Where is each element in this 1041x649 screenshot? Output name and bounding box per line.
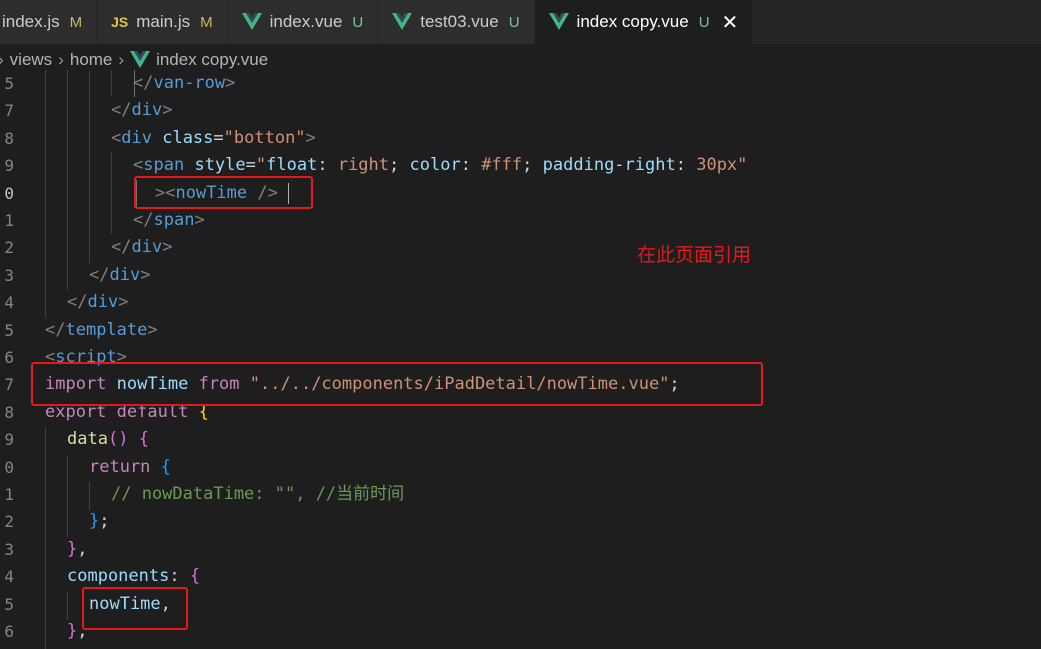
tab-label: index copy.vue	[576, 12, 689, 31]
modified-badge: M	[69, 13, 83, 31]
line-number: 0	[4, 183, 14, 203]
tab-test03-vue[interactable]: test03.vue U	[378, 0, 535, 44]
tab-main-js[interactable]: JS main.js M	[97, 0, 228, 44]
code-text: </div>	[111, 237, 173, 258]
code-text: </div>	[89, 264, 151, 285]
tab-label: main.js	[136, 12, 191, 31]
line-number: 6	[4, 622, 14, 641]
tab-label: test03.vue	[420, 12, 499, 31]
chevron-right-icon: ›	[58, 50, 64, 69]
vue-file-icon	[548, 13, 569, 31]
line-number: 2	[4, 512, 14, 532]
code-text: </span>	[133, 210, 205, 230]
line-number: 9	[4, 156, 14, 176]
vue-file-icon	[130, 51, 151, 69]
code-line: 3 },	[0, 536, 1041, 563]
line-number: 0	[4, 457, 14, 477]
code-line: 5 </van-row>	[0, 70, 1041, 97]
code-line: 3 </div>	[0, 262, 1041, 289]
modified-badge: M	[200, 13, 213, 31]
line-number: 6	[4, 348, 14, 367]
highlight-box-components-entry	[82, 587, 188, 630]
tab-index-js[interactable]: index.js M	[0, 0, 98, 44]
vue-file-icon	[392, 13, 413, 31]
code-line: 0 return {	[0, 454, 1041, 481]
tab-label: index.vue	[269, 12, 343, 31]
code-line: 5 </template>	[0, 317, 1041, 344]
code-text: };	[89, 511, 110, 532]
code-editor[interactable]: 5 </van-row> 7 </div> 8 <div class="bott…	[0, 70, 1041, 649]
tab-label: index.js	[2, 12, 60, 31]
line-number: 3	[4, 539, 14, 559]
code-text: },	[67, 538, 88, 559]
code-text: return {	[89, 456, 171, 477]
line-number: 2	[4, 238, 14, 258]
line-number: 1	[4, 485, 14, 504]
untracked-badge: U	[352, 13, 364, 31]
code-line: 8 <div class="botton">	[0, 125, 1041, 152]
tab-index-copy-vue[interactable]: index copy.vue U ✕	[534, 0, 754, 44]
line-number: 5	[4, 594, 14, 614]
line-number: 7	[4, 101, 14, 121]
chevron-right-icon: ›	[118, 50, 125, 69]
untracked-badge: U	[698, 13, 710, 31]
js-file-icon: JS	[111, 14, 129, 30]
code-text: </van-row>	[133, 73, 236, 93]
line-number: 4	[4, 567, 14, 587]
chevron-right-icon: ›	[0, 50, 4, 70]
annotation-text: 在此页面引用	[637, 244, 752, 266]
untracked-badge: U	[508, 13, 520, 31]
close-icon[interactable]: ✕	[722, 10, 739, 35]
code-line: 7 </div>	[0, 97, 1041, 124]
line-number: 5	[4, 74, 14, 93]
vue-file-icon	[241, 13, 262, 31]
line-number: 5	[4, 320, 14, 340]
code-text: data() {	[67, 429, 149, 450]
code-text: </div>	[111, 100, 173, 121]
code-text: <div class="botton">	[111, 127, 316, 148]
code-line: 1 // nowDataTime: "", //当前时间	[0, 481, 1041, 508]
code-line: 4 </div>	[0, 289, 1041, 316]
line-number: 8	[4, 402, 14, 422]
breadcrumb-item-views[interactable]: views	[10, 50, 53, 70]
line-number: 1	[4, 211, 14, 230]
breadcrumb-item-file[interactable]: index copy.vue	[156, 50, 268, 70]
highlight-box-nowtime-tag	[134, 176, 313, 209]
editor-tab-bar: index.js M JS main.js M index.vue U test…	[0, 0, 1041, 44]
code-text: </div>	[67, 292, 129, 313]
line-number: 3	[4, 265, 14, 285]
code-text: </template>	[45, 319, 158, 340]
code-line: 1 </span>	[0, 207, 1041, 234]
code-line: 9 data() {	[0, 426, 1041, 453]
line-number: 9	[4, 430, 14, 450]
tab-index-vue[interactable]: index.vue U	[227, 0, 379, 44]
code-text: // nowDataTime: "", //当前时间	[111, 484, 405, 504]
code-line: 2 </div>	[0, 234, 1041, 261]
highlight-box-import-line	[31, 362, 763, 406]
breadcrumb-item-home[interactable]: home	[70, 50, 113, 70]
line-number: 8	[4, 128, 14, 148]
line-number: 7	[4, 375, 14, 395]
line-number: 4	[4, 293, 14, 313]
code-line: 2 };	[0, 508, 1041, 535]
